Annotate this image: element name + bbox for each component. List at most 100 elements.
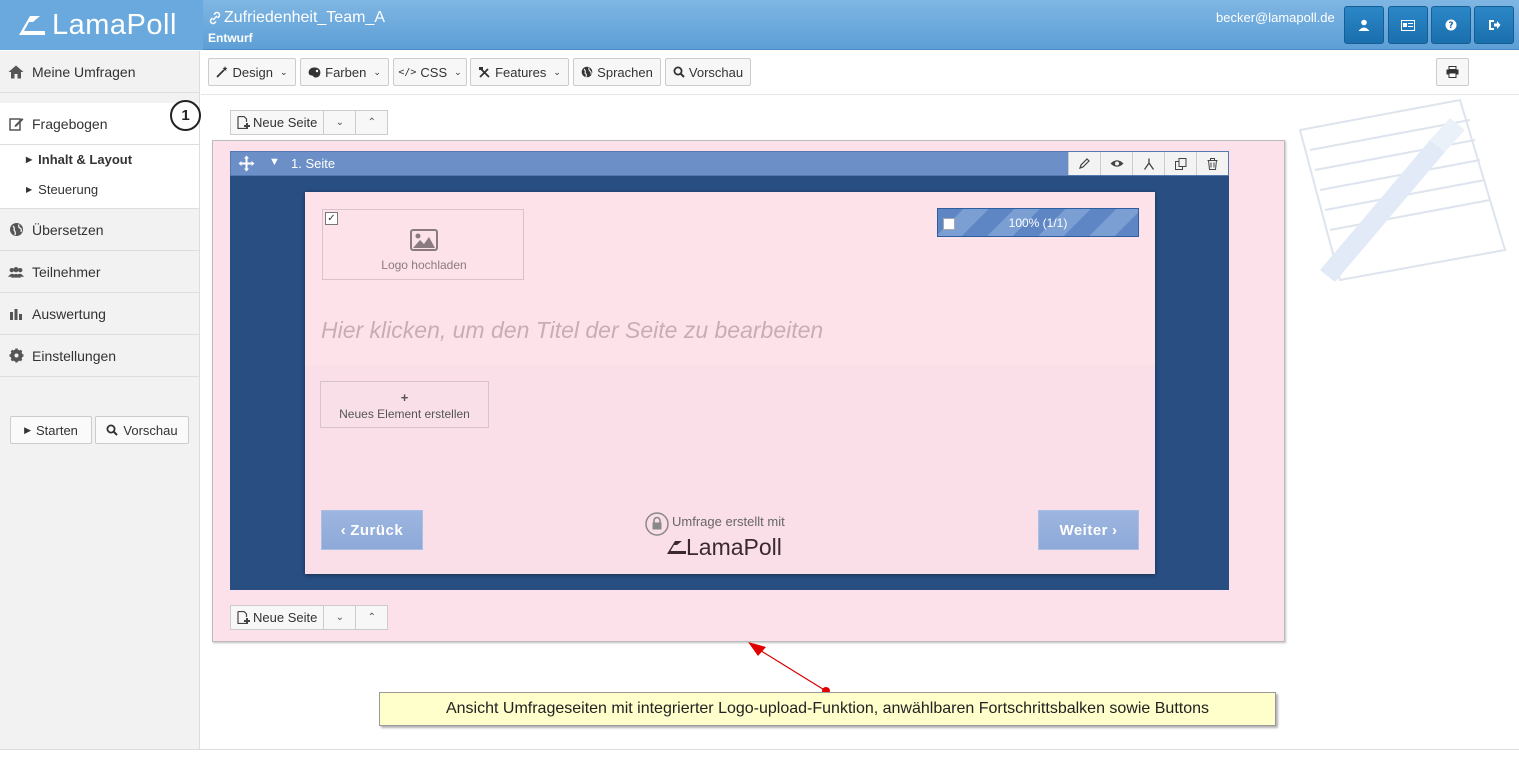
languages-button[interactable]: Sprachen [573, 58, 661, 86]
expand-down-button[interactable]: ⌄ [324, 605, 357, 630]
languages-label: Sprachen [597, 64, 653, 80]
logo-upload-label: Logo hochladen [381, 258, 467, 272]
branch-icon [1143, 158, 1154, 170]
page-heading: 1. Seite [291, 156, 336, 171]
back-button-label: Zurück [350, 521, 404, 539]
sidebar-item-label: Teilnehmer [32, 263, 101, 280]
sidebar-item-einstellungen[interactable]: Einstellungen [0, 335, 199, 377]
chevron-up-icon: ⌃ [367, 117, 377, 128]
made-with-lamapoll[interactable]: Umfrage erstellt mit LamaPoll [645, 512, 815, 562]
collapse-up-button[interactable]: ⌃ [356, 605, 389, 630]
collapse-triangle-icon[interactable]: ▼ [269, 156, 280, 168]
start-button[interactable]: ▶ Starten [10, 416, 92, 444]
gear-icon [8, 348, 24, 364]
sidebar-preview-button[interactable]: Vorschau [95, 416, 189, 444]
chevron-down-icon: ⌄ [454, 66, 462, 77]
toolbar-preview-button[interactable]: Vorschau [665, 58, 751, 86]
new-page-label: Neue Seite [253, 610, 318, 625]
sidebar-sub-steuerung[interactable]: ▶ Steuerung [26, 182, 98, 197]
collapse-up-button[interactable]: ⌃ [356, 110, 389, 135]
edit-icon [8, 116, 24, 132]
edit-page-button[interactable] [1068, 152, 1100, 175]
logout-button[interactable] [1474, 6, 1514, 44]
sidebar-item-fragebogen[interactable]: Fragebogen [0, 103, 199, 145]
features-label: Features [495, 64, 547, 80]
caret-right-icon: ▶ [26, 185, 33, 194]
sidebar: Meine Umfragen Fragebogen ▶ Inhalt & Lay… [0, 51, 200, 749]
add-page-icon [237, 116, 250, 129]
caret-right-icon: ▶ [26, 155, 33, 164]
sidebar-item-label: Auswertung [32, 305, 106, 322]
sidebar-item-meine-umfragen[interactable]: Meine Umfragen [0, 51, 199, 93]
lamapoll-logo-icon [667, 541, 686, 554]
trash-icon [1207, 157, 1218, 170]
logo-upload-area[interactable]: ✓ Logo hochladen [322, 209, 524, 280]
chevron-right-icon: › [1112, 521, 1118, 539]
sidebar-item-auswertung[interactable]: Auswertung [0, 293, 199, 335]
css-dropdown[interactable]: </> CSS ⌄ [393, 58, 467, 86]
tools-icon [479, 66, 490, 78]
svg-text:?: ? [1448, 21, 1453, 31]
new-page-button[interactable]: Neue Seite [230, 110, 325, 135]
annotation-callout: Ansicht Umfrageseiten mit integrierter L… [379, 692, 1276, 726]
chevron-down-icon: ⌄ [335, 117, 345, 128]
new-page-label: Neue Seite [253, 115, 318, 130]
eye-icon [1110, 160, 1123, 167]
account-card-button[interactable] [1388, 6, 1428, 44]
preview-page-button[interactable] [1100, 152, 1132, 175]
sidebar-sub-inhalt-layout[interactable]: ▶ Inhalt & Layout [26, 152, 132, 167]
sidebar-item-teilnehmer[interactable]: Teilnehmer [0, 251, 199, 293]
copy-icon [1174, 157, 1186, 170]
bar-chart-icon [8, 306, 24, 322]
pencil-icon [1079, 158, 1090, 169]
move-icon[interactable] [238, 155, 255, 172]
globe-icon [581, 66, 593, 78]
new-element-button[interactable]: + Neues Element erstellen [320, 381, 489, 428]
page-title-placeholder[interactable]: Hier klicken, um den Titel der Seite zu … [321, 317, 823, 344]
new-page-top-group: Neue Seite ⌄ ⌃ [230, 110, 389, 135]
help-button[interactable]: ? [1431, 6, 1471, 44]
play-icon: ▶ [24, 424, 31, 435]
editor-toolbar: Design ⌄ Farben ⌄ </> CSS ⌄ Features ⌄ S… [201, 51, 1519, 95]
branch-page-button[interactable] [1132, 152, 1164, 175]
next-button-label: Weiter [1059, 521, 1109, 539]
brand-logo[interactable]: LamaPoll [0, 0, 203, 50]
toolbar-preview-label: Vorschau [688, 64, 744, 80]
copy-page-button[interactable] [1164, 152, 1196, 175]
footer-divider [0, 749, 1519, 750]
new-page-button[interactable]: Neue Seite [230, 605, 325, 630]
survey-status: Entwurf [208, 31, 253, 45]
sidebar-item-uebersetzen[interactable]: Übersetzen [0, 209, 199, 251]
user-profile-button[interactable] [1344, 6, 1384, 44]
chevron-down-icon: ⌄ [335, 612, 345, 623]
made-with-brand: LamaPoll [686, 534, 782, 560]
design-label: Design [232, 64, 273, 80]
home-icon [8, 64, 24, 80]
chevron-left-icon: ‹ [340, 521, 347, 539]
image-icon [410, 229, 438, 251]
delete-page-button[interactable] [1196, 152, 1228, 175]
print-button[interactable] [1436, 58, 1469, 86]
palette-icon [308, 67, 321, 77]
progress-text: 100% (1/1) [1008, 216, 1068, 230]
new-element-label: Neues Element erstellen [339, 407, 470, 421]
expand-down-button[interactable]: ⌄ [324, 110, 357, 135]
progress-bar[interactable]: 100% (1/1) [937, 208, 1139, 237]
code-icon: </> [398, 66, 417, 78]
sidebar-item-label: Übersetzen [32, 221, 104, 238]
logout-icon [1488, 20, 1500, 30]
features-dropdown[interactable]: Features ⌄ [470, 58, 569, 86]
design-dropdown[interactable]: Design ⌄ [208, 58, 296, 86]
colors-dropdown[interactable]: Farben ⌄ [300, 58, 389, 86]
magic-wand-icon [216, 66, 228, 78]
search-icon [673, 66, 685, 78]
survey-title[interactable]: Zufriedenheit_Team_A [208, 9, 385, 27]
link-icon [209, 11, 221, 25]
globe-icon [8, 222, 24, 238]
back-button[interactable]: ‹ Zurück [321, 510, 423, 550]
plus-icon: + [400, 390, 409, 405]
lock-icon [645, 512, 669, 536]
logo-enabled-checkbox[interactable]: ✓ [325, 212, 338, 225]
colors-label: Farben [325, 64, 367, 80]
next-button[interactable]: Weiter › [1038, 510, 1139, 550]
